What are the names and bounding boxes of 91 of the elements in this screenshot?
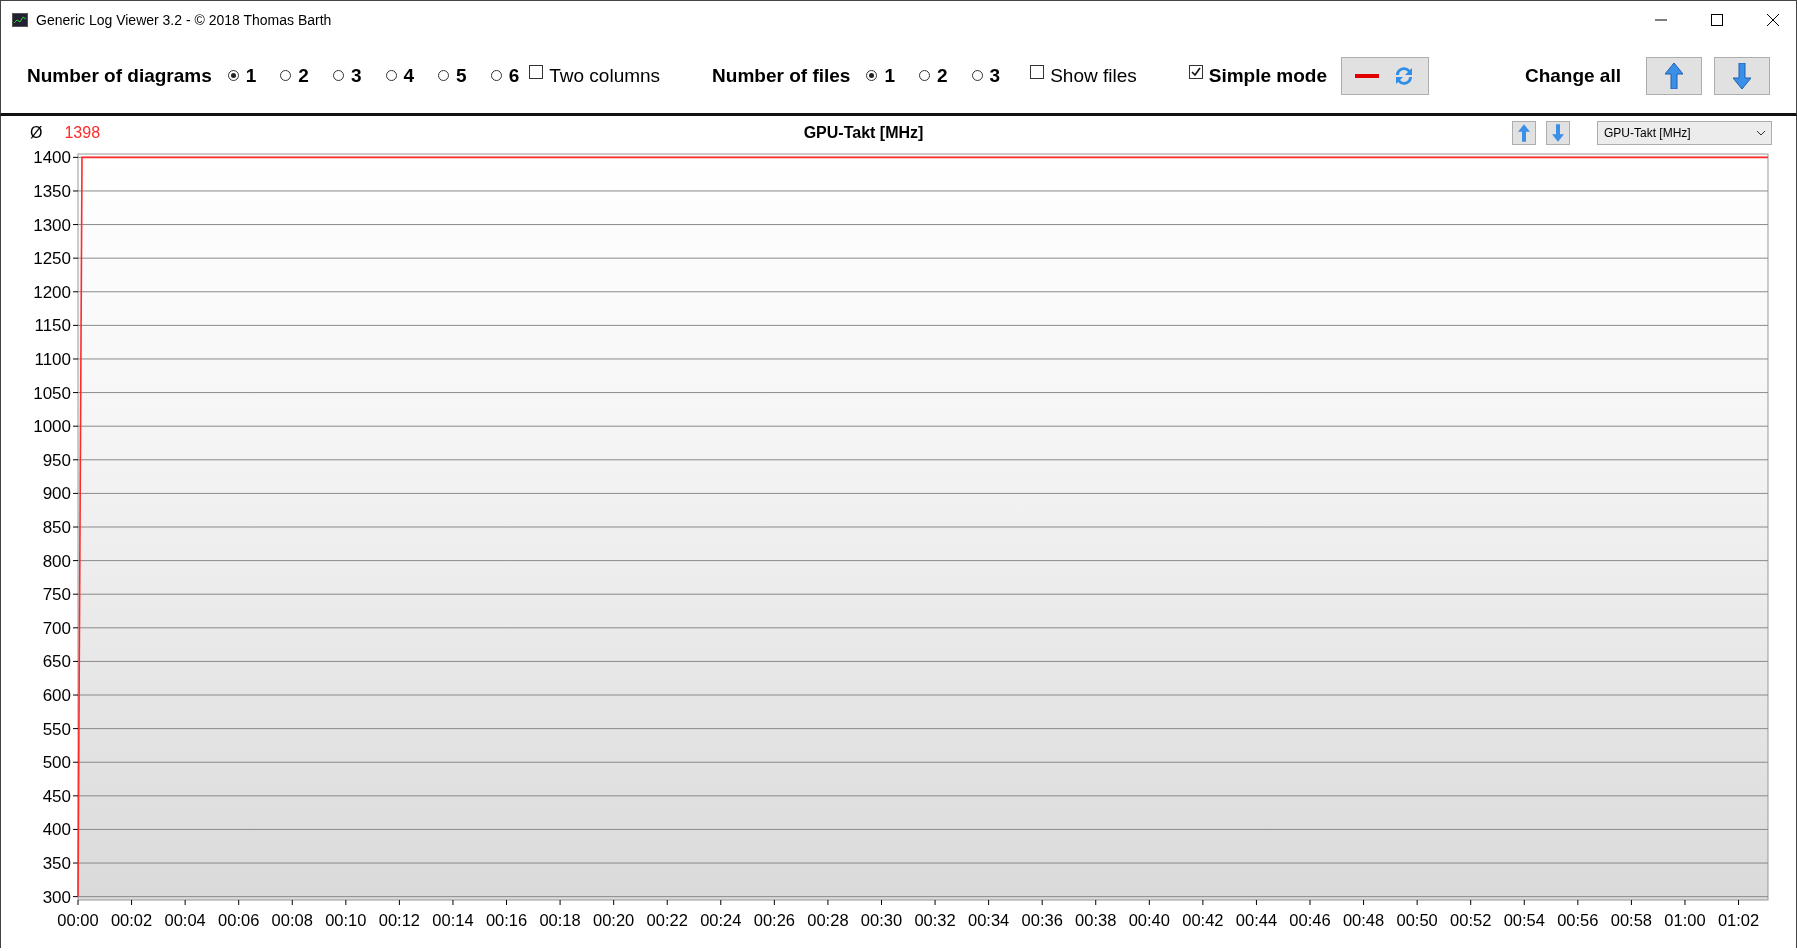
x-axis-label: 00:50 [1396, 911, 1438, 929]
y-axis-label: 900 [42, 484, 71, 504]
x-axis-label: 00:18 [539, 911, 581, 929]
x-axis-label: 00:58 [1610, 911, 1653, 929]
radio-button[interactable]: 2 [919, 64, 948, 87]
app-icon [12, 12, 28, 27]
y-axis-label: 600 [42, 686, 71, 705]
y-axis-label: 350 [42, 854, 71, 874]
caret-icon [1757, 130, 1765, 136]
x-axis-label: 00:40 [1128, 911, 1170, 929]
radio-button[interactable]: 3 [971, 64, 1001, 87]
x-axis-label: 01:00 [1664, 911, 1706, 929]
checkbox[interactable]: Show files [1030, 56, 1137, 87]
radio-button[interactable]: 4 [385, 64, 415, 87]
x-axis-label: 00:04 [164, 911, 206, 929]
y-axis-label: 1100 [34, 350, 71, 369]
radio-button[interactable]: 2 [280, 64, 309, 87]
up-arrow-icon [1518, 124, 1530, 142]
x-axis-label: 00:00 [57, 911, 99, 929]
maximize-icon[interactable] [1711, 13, 1723, 26]
swap-color-button[interactable] [1341, 56, 1429, 95]
up-arrow-icon [1665, 62, 1683, 89]
y-axis-label: 750 [42, 585, 71, 605]
x-axis-label: 00:48 [1342, 911, 1385, 929]
move-down-button[interactable] [1714, 56, 1770, 95]
x-axis-label: 01:02 [1717, 911, 1760, 929]
y-axis-label: 300 [42, 887, 71, 907]
y-axis-label: 1200 [33, 282, 71, 302]
window-title: Generic Log Viewer 3.2 - © 2018 Thomas Barth [36, 11, 333, 28]
checkmark-icon [1189, 65, 1202, 78]
x-axis-label: 00:02 [110, 911, 153, 929]
x-axis-label: 00:54 [1503, 911, 1545, 929]
refresh-icon [1393, 64, 1415, 87]
x-axis-label: 00:56 [1557, 911, 1599, 929]
y-axis-label: 1300 [33, 215, 71, 235]
x-axis-label: 00:08 [271, 911, 313, 929]
move-up-button[interactable] [1646, 56, 1702, 95]
x-axis-label: 00:12 [378, 911, 421, 929]
x-axis-label: 00:34 [967, 911, 1010, 929]
x-axis-label: 00:06 [218, 911, 260, 929]
x-axis-label: 00:26 [753, 911, 795, 929]
x-axis-label: 00:24 [700, 911, 742, 929]
series-dropdown[interactable]: GPU-Takt [MHz] [1597, 121, 1772, 145]
x-axis-label: 00:20 [593, 911, 635, 929]
down-arrow-icon [1733, 62, 1751, 89]
y-axis-label: 550 [42, 719, 71, 739]
y-axis-label: 1150 [34, 316, 71, 336]
x-axis-label: 00:16 [485, 911, 528, 929]
chart-title: GPU-Takt [MHz] [803, 124, 924, 142]
x-axis-label: 00:10 [325, 911, 367, 929]
x-axis-label: 00:42 [1182, 911, 1224, 929]
y-axis-label: 1350 [33, 181, 71, 201]
x-axis-label: 00:52 [1450, 911, 1492, 929]
x-axis-label: 00:22 [646, 911, 688, 929]
change-all-label: Change all [1524, 64, 1621, 87]
field-label: Number of diagrams [27, 64, 212, 87]
field-label: Number of files [712, 64, 851, 87]
y-axis-label: 400 [42, 820, 71, 840]
x-axis-label: 00:14 [432, 911, 474, 929]
line-color-icon [1355, 73, 1379, 78]
y-axis-label: 500 [42, 753, 71, 773]
down-arrow-icon [1552, 124, 1564, 142]
y-axis-label: 700 [42, 618, 71, 638]
move-up-button[interactable] [1512, 121, 1536, 145]
x-axis-label: 00:30 [860, 911, 903, 929]
x-axis-label: 00:38 [1075, 911, 1117, 929]
y-axis-label: 850 [42, 518, 71, 537]
radio-button[interactable]: 1 [866, 64, 895, 87]
x-axis-label: 00:46 [1289, 911, 1331, 929]
x-axis-label: 00:28 [807, 911, 849, 929]
x-axis-label: 00:36 [1021, 911, 1063, 929]
radio-button[interactable]: 3 [332, 64, 362, 87]
x-axis-label: 00:44 [1235, 911, 1278, 929]
x-axis-label: 00:32 [914, 911, 956, 929]
radio-button[interactable]: 5 [438, 64, 467, 87]
average-symbol: Ø [30, 124, 43, 142]
average-value: 1398 [64, 124, 101, 142]
y-axis-label: 800 [42, 551, 71, 571]
y-axis-label: 1250 [33, 249, 71, 269]
checkbox[interactable]: Two columns [529, 56, 661, 87]
y-axis-label: 1400 [33, 150, 71, 168]
checkbox[interactable]: Simple mode [1188, 56, 1327, 87]
move-down-button[interactable] [1546, 121, 1570, 145]
y-axis-label: 650 [42, 652, 71, 672]
y-axis-label: 1000 [33, 417, 71, 437]
radio-button[interactable]: 6 [490, 64, 520, 87]
close-icon[interactable] [1767, 13, 1779, 26]
y-axis-label: 1050 [33, 383, 71, 403]
radio-button[interactable]: 1 [227, 64, 257, 87]
y-axis-label: 450 [42, 786, 71, 806]
y-axis-label: 950 [42, 450, 71, 470]
